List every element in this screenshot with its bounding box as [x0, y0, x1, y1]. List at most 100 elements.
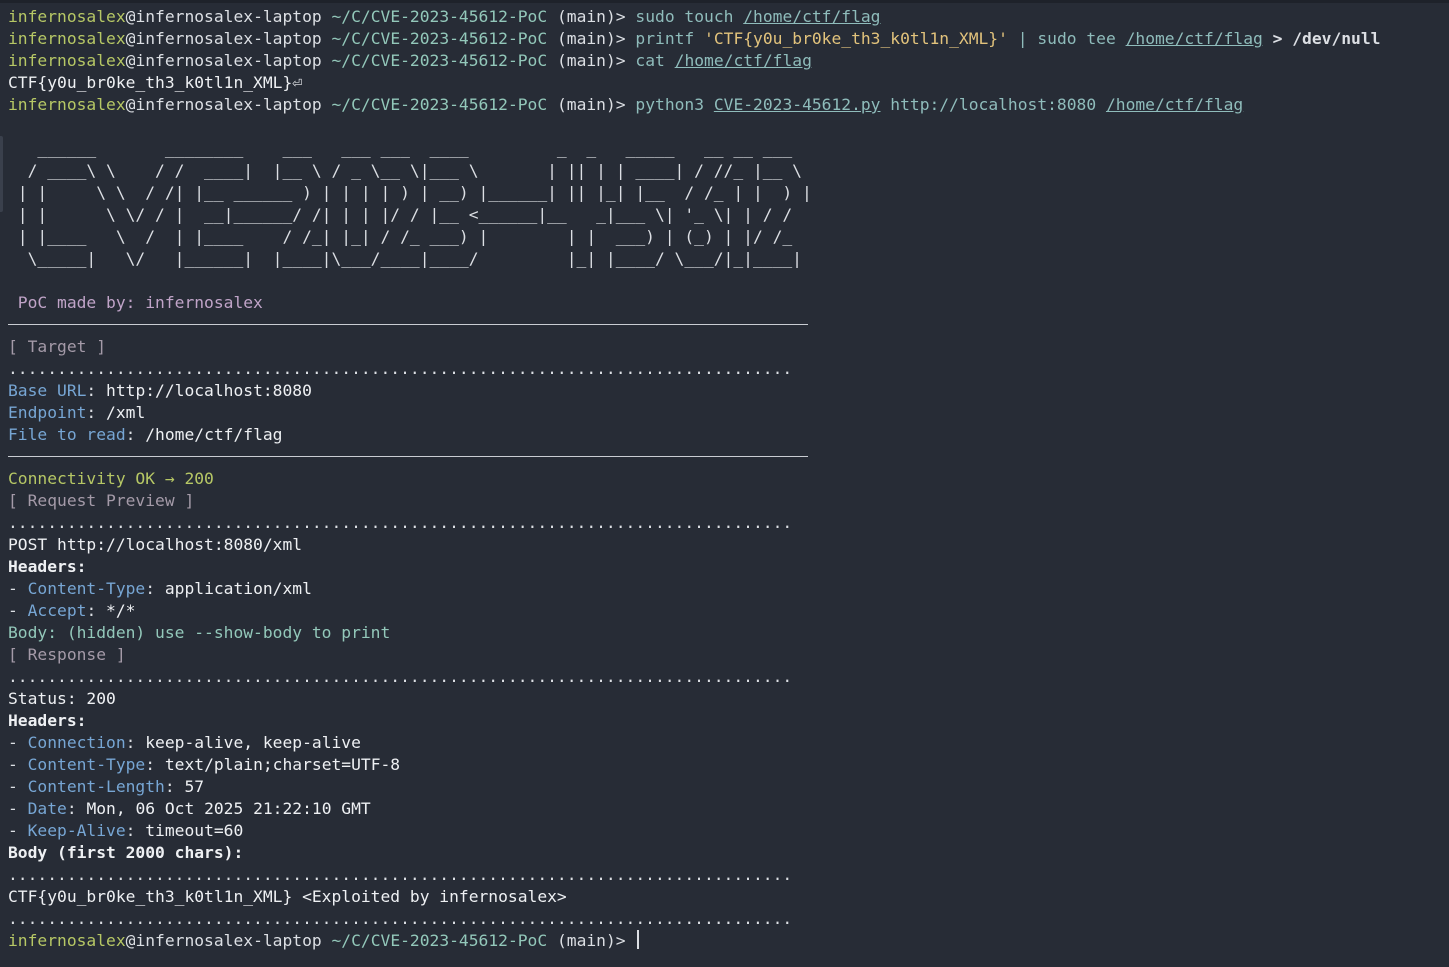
- endpoint-key: Endpoint: [8, 403, 87, 422]
- command: cat: [635, 51, 665, 70]
- prompt-host: @infernosalex-laptop: [125, 7, 322, 26]
- response-header-row: - Keep-Alive: timeout=60: [8, 821, 244, 840]
- header-value: timeout=60: [145, 821, 244, 840]
- prompt-host: @infernosalex-laptop: [125, 95, 322, 114]
- response-body: CTF{y0u_br0ke_th3_k0tl1n_XML} <Exploited…: [8, 887, 567, 906]
- banner-line: | | \ \/ / | __|______/ /| | | |/ / |__ …: [8, 205, 802, 224]
- prompt-branch: (main)>: [556, 29, 626, 48]
- history-line-5: infernosalex@infernosalex-laptop ~/C/CVE…: [0, 94, 1449, 116]
- dot-leader: ........................................…: [8, 865, 793, 884]
- header-key: Accept: [27, 601, 87, 620]
- dot-leader: ........................................…: [8, 909, 793, 928]
- poc-author: PoC made by: infernosalex: [8, 293, 263, 312]
- history-line-1: infernosalex@infernosalex-laptop ~/C/CVE…: [0, 6, 1449, 28]
- path-link[interactable]: /home/ctf/flag: [1126, 29, 1263, 48]
- separator-rule: [8, 324, 808, 325]
- connectivity-status: Connectivity OK → 200: [8, 469, 214, 488]
- header-value: 57: [184, 777, 205, 796]
- prompt-host: @infernosalex-laptop: [125, 931, 322, 950]
- path-link[interactable]: /home/ctf/flag: [743, 7, 880, 26]
- string-literal: 'CTF{y0u_br0ke_th3_k0tl1n_XML}': [704, 29, 1008, 48]
- endpoint-value: /xml: [106, 403, 146, 422]
- header-key: Content-Type: [27, 755, 146, 774]
- prompt-host: @infernosalex-laptop: [125, 51, 322, 70]
- file-value: /home/ctf/flag: [145, 425, 283, 444]
- prompt-user: infernosalex: [8, 51, 126, 70]
- header-value: */*: [106, 601, 136, 620]
- flag-output: CTF{y0u_br0ke_th3_k0tl1n_XML}⏎: [8, 73, 303, 92]
- prompt-cwd: ~/C/CVE-2023-45612-PoC: [331, 7, 548, 26]
- ascii-banner: ______ ________ ___ ___ ___ ____ _ _ ___…: [0, 138, 1449, 270]
- header-key: Content-Type: [27, 579, 146, 598]
- command: python3: [635, 95, 705, 114]
- response-header-row: - Connection: keep-alive, keep-alive: [8, 733, 361, 752]
- prompt-host: @infernosalex-laptop: [125, 29, 322, 48]
- prompt-branch: (main)>: [556, 95, 626, 114]
- banner-line: | |____ \ / | |____ / /_| |_| / /_ ___) …: [8, 227, 802, 246]
- command-output: CTF{y0u_br0ke_th3_k0tl1n_XML}⏎: [0, 72, 1449, 94]
- script-path-link[interactable]: CVE-2023-45612.py: [714, 95, 881, 114]
- prompt-user: infernosalex: [8, 7, 126, 26]
- header-value: keep-alive, keep-alive: [145, 733, 361, 752]
- prompt-cwd: ~/C/CVE-2023-45612-PoC: [331, 51, 548, 70]
- command: sudo tee: [1037, 29, 1116, 48]
- prompt-user: infernosalex: [8, 29, 126, 48]
- scroll-marker: [0, 136, 3, 212]
- banner-line: / ____\ \ / / ____| |__ \ / _ \__ \|___ …: [8, 161, 812, 180]
- pipe-symbol: |: [1017, 29, 1028, 48]
- base-url-value: http://localhost:8080: [106, 381, 312, 400]
- request-header-row: - Content-Type: application/xml: [8, 579, 312, 598]
- command: printf: [635, 29, 695, 48]
- base-url-key: Base URL: [8, 381, 87, 400]
- separator: [0, 446, 1449, 468]
- separator: [0, 314, 1449, 336]
- url-arg: http://localhost:8080: [890, 95, 1097, 114]
- response-header-row: - Date: Mon, 06 Oct 2025 21:22:10 GMT: [8, 799, 371, 818]
- request-headers-label: Headers:: [8, 557, 87, 576]
- separator-rule: [8, 456, 808, 457]
- window-top-edge: [0, 0, 1449, 3]
- banner-line: \_____| \/ |______| |____|\___/____|____…: [8, 249, 802, 268]
- request-header-row: - Accept: */*: [8, 601, 136, 620]
- history-line-2: infernosalex@infernosalex-laptop ~/C/CVE…: [0, 28, 1449, 50]
- prompt-cwd: ~/C/CVE-2023-45612-PoC: [331, 29, 548, 48]
- header-key: Date: [27, 799, 67, 818]
- header-key: Keep-Alive: [27, 821, 126, 840]
- body-note: Body: (hidden) use --show-body to print: [8, 623, 391, 642]
- banner-line: | | \ \ / /| |__ ______ ) | | | | ) | __…: [8, 183, 812, 202]
- file-row: File to read: /home/ctf/flag: [8, 425, 283, 444]
- base-url-row: Base URL: http://localhost:8080: [8, 381, 312, 400]
- terminal-window[interactable]: infernosalex@infernosalex-laptop ~/C/CVE…: [0, 0, 1449, 967]
- redirect: > /dev/null: [1272, 29, 1381, 48]
- dot-leader: ........................................…: [8, 513, 793, 532]
- header-key: Connection: [27, 733, 126, 752]
- dot-leader: ........................................…: [8, 359, 793, 378]
- path-link[interactable]: /home/ctf/flag: [1106, 95, 1243, 114]
- dot-leader: ........................................…: [8, 667, 793, 686]
- header-value: Mon, 06 Oct 2025 21:22:10 GMT: [86, 799, 371, 818]
- response-header-row: - Content-Type: text/plain;charset=UTF-8: [8, 755, 401, 774]
- prompt-user: infernosalex: [8, 95, 126, 114]
- current-prompt[interactable]: infernosalex@infernosalex-laptop ~/C/CVE…: [0, 930, 1449, 952]
- request-header: [ Request Preview ]: [8, 491, 195, 510]
- prompt-branch: (main)>: [556, 51, 626, 70]
- response-body-label: Body (first 2000 chars):: [8, 843, 244, 862]
- prompt-cwd: ~/C/CVE-2023-45612-PoC: [331, 931, 548, 950]
- endpoint-row: Endpoint: /xml: [8, 403, 146, 422]
- file-key: File to read: [8, 425, 126, 444]
- response-status: Status: 200: [8, 689, 116, 708]
- banner-line: ______ ________ ___ ___ ___ ____ _ _ ___…: [8, 139, 802, 158]
- path-link[interactable]: /home/ctf/flag: [675, 51, 812, 70]
- response-headers-label: Headers:: [8, 711, 87, 730]
- prompt-user: infernosalex: [8, 931, 126, 950]
- prompt-branch: (main)>: [556, 931, 626, 950]
- header-value: application/xml: [164, 579, 312, 598]
- request-line: POST http://localhost:8080/xml: [8, 535, 303, 554]
- command: sudo touch: [635, 7, 734, 26]
- text-cursor: [637, 930, 640, 949]
- header-key: Content-Length: [27, 777, 165, 796]
- prompt-cwd: ~/C/CVE-2023-45612-PoC: [331, 95, 548, 114]
- header-value: text/plain;charset=UTF-8: [164, 755, 401, 774]
